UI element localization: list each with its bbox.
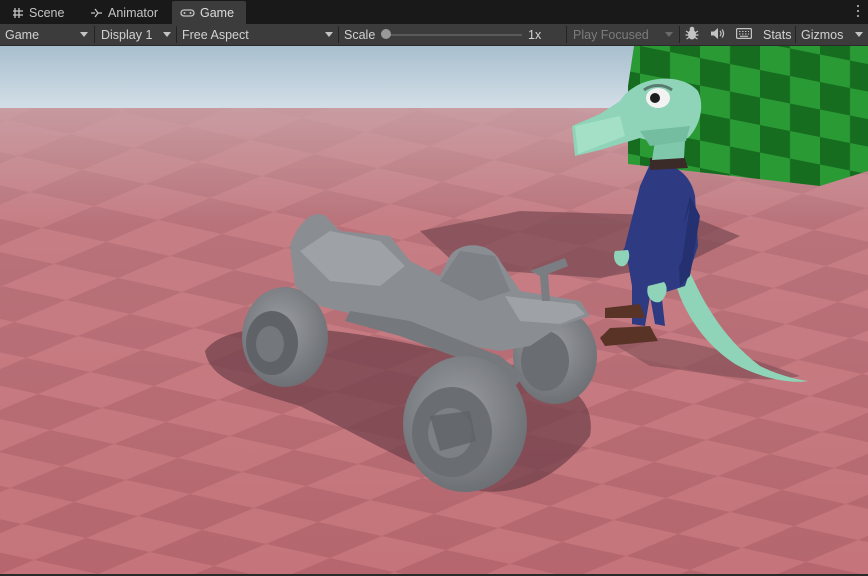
tab-label: Animator — [108, 5, 159, 20]
gizmos-dropdown[interactable]: Gizmos — [796, 24, 868, 45]
game-view-toolbar: Game Display 1 Free Aspect Scale 1x Play… — [0, 24, 868, 46]
frame-debugger-button[interactable] — [680, 24, 704, 45]
chevron-down-icon — [80, 32, 88, 37]
more-options-icon[interactable] — [856, 5, 860, 19]
game-viewport[interactable] — [0, 46, 868, 576]
chevron-down-icon — [665, 32, 673, 37]
speaker-icon — [710, 27, 725, 43]
dropdown-label: Play Focused — [573, 27, 649, 42]
dropdown-label: Display 1 — [101, 27, 153, 42]
bug-icon — [684, 25, 700, 44]
button-label: Stats — [763, 27, 792, 42]
game-view-dropdown[interactable]: Game — [0, 24, 93, 45]
scene-render — [0, 46, 868, 576]
scale-slider-handle[interactable] — [381, 29, 391, 39]
scale-value: 1x — [528, 27, 542, 42]
keyboard-icon — [736, 27, 753, 42]
display-dropdown[interactable]: Display 1 — [96, 24, 176, 45]
shortcuts-button[interactable] — [731, 24, 757, 45]
tab-game[interactable]: Game — [172, 1, 246, 24]
animator-icon — [90, 7, 103, 19]
editor-tab-bar: Scene Animator Game — [0, 0, 868, 24]
scale-label: Scale — [344, 27, 376, 42]
dropdown-label: Gizmos — [801, 27, 844, 42]
tab-label: Game — [200, 5, 235, 20]
play-mode-dropdown[interactable]: Play Focused — [568, 24, 678, 45]
chevron-down-icon — [855, 32, 863, 37]
scale-slider-track[interactable] — [386, 34, 522, 36]
divider — [94, 26, 95, 43]
dropdown-label: Free Aspect — [182, 27, 249, 42]
mute-audio-button[interactable] — [705, 24, 729, 45]
grid-icon — [12, 7, 24, 19]
aspect-ratio-dropdown[interactable]: Free Aspect — [177, 24, 338, 45]
chevron-down-icon — [325, 32, 333, 37]
chevron-down-icon — [163, 32, 171, 37]
dropdown-label: Game — [5, 27, 40, 42]
gamepad-icon — [180, 8, 195, 18]
tab-label: Scene — [29, 5, 65, 20]
tab-scene[interactable]: Scene — [4, 1, 72, 24]
tab-animator[interactable]: Animator — [82, 1, 166, 24]
divider — [566, 26, 567, 43]
stats-button[interactable]: Stats — [758, 24, 796, 45]
